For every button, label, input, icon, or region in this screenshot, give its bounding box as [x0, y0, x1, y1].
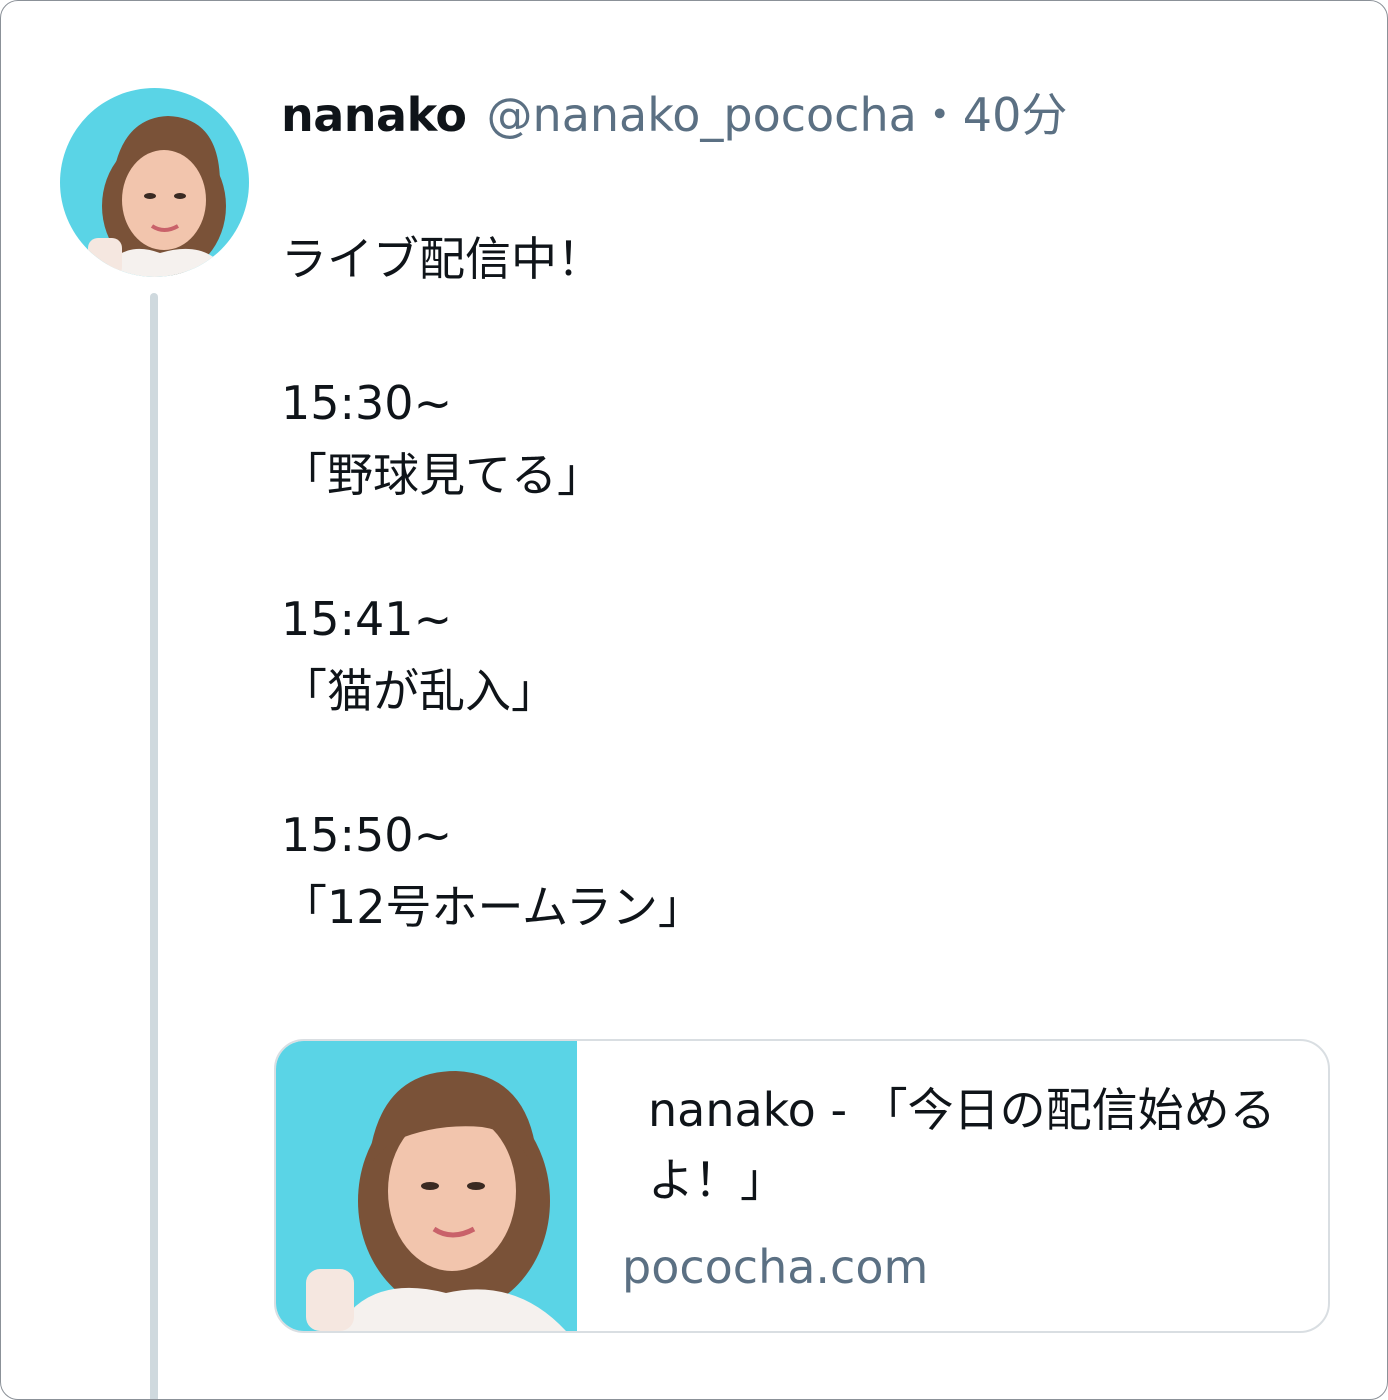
- post-body-line: 「猫が乱入」: [281, 664, 557, 718]
- avatar-photo: [60, 88, 249, 277]
- post-timestamp[interactable]: 40分: [963, 88, 1068, 142]
- post-body-line: 15:41~: [281, 592, 453, 646]
- user-handle[interactable]: @nanako_pococha: [487, 88, 917, 142]
- header-separator: ・: [916, 88, 963, 142]
- post-body-line: ライブ配信中！: [281, 232, 603, 286]
- post-body-spacer: [281, 727, 1321, 799]
- post-body-line: 15:30~: [281, 376, 453, 430]
- link-thumbnail: [276, 1041, 577, 1331]
- link-title[interactable]: nanako - 「今日の配信始めるよ！」: [648, 1075, 1308, 1215]
- post-body-spacer: [281, 295, 1321, 367]
- link-thumbnail-photo: [276, 1041, 577, 1331]
- post-body-line: 15:50~: [281, 808, 453, 862]
- thread-line: [150, 293, 158, 1399]
- link-preview-card[interactable]: nanako - 「今日の配信始めるよ！」 pococha.com: [274, 1039, 1330, 1333]
- display-name[interactable]: nanako: [281, 88, 467, 142]
- link-domain[interactable]: pococha.com: [622, 1237, 928, 1297]
- post-body-line: 「12号ホームラン」: [281, 880, 704, 934]
- post-card[interactable]: nanako @nanako_pococha・40分 ライブ配信中！ 15:30~…: [0, 0, 1388, 1400]
- post-body-spacer: [281, 511, 1321, 583]
- post-body-line: 「野球見てる」: [281, 448, 603, 502]
- post-header: nanako @nanako_pococha・40分: [281, 85, 1067, 145]
- avatar[interactable]: [60, 88, 249, 277]
- post-body: ライブ配信中！ 15:30~ 「野球見てる」 15:41~ 「猫が乱入」 15:…: [281, 223, 1321, 943]
